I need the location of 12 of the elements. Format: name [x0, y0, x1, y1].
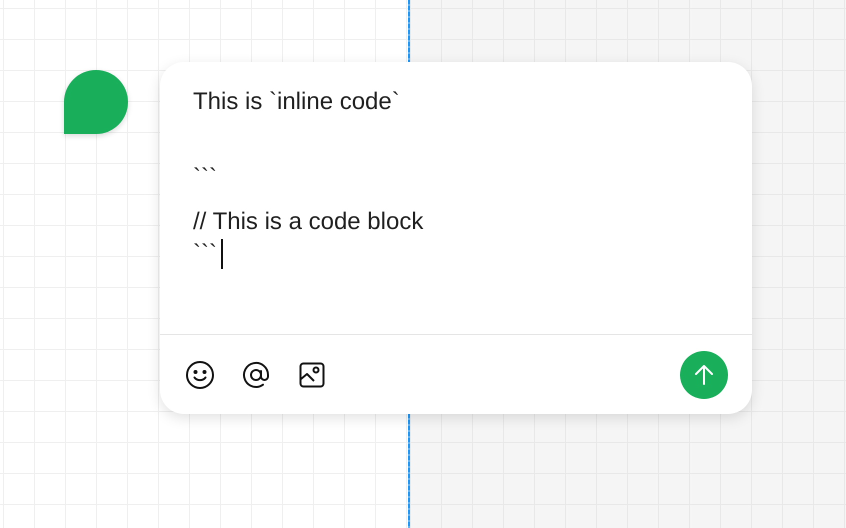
text-cursor	[220, 239, 223, 269]
arrow-up-icon	[693, 364, 715, 386]
text-line: ```	[193, 239, 217, 269]
smiley-icon	[185, 360, 215, 390]
image-icon	[299, 362, 325, 388]
send-button[interactable]	[680, 350, 728, 398]
text-line: // This is a code block	[193, 207, 424, 237]
text-line: This is `inline code`	[193, 87, 400, 117]
text-line: ```	[193, 163, 217, 193]
emoji-button[interactable]	[184, 358, 216, 390]
message-input[interactable]: This is `inline code` ``` // This is a code block ```	[160, 62, 752, 334]
at-sign-icon	[241, 360, 271, 390]
